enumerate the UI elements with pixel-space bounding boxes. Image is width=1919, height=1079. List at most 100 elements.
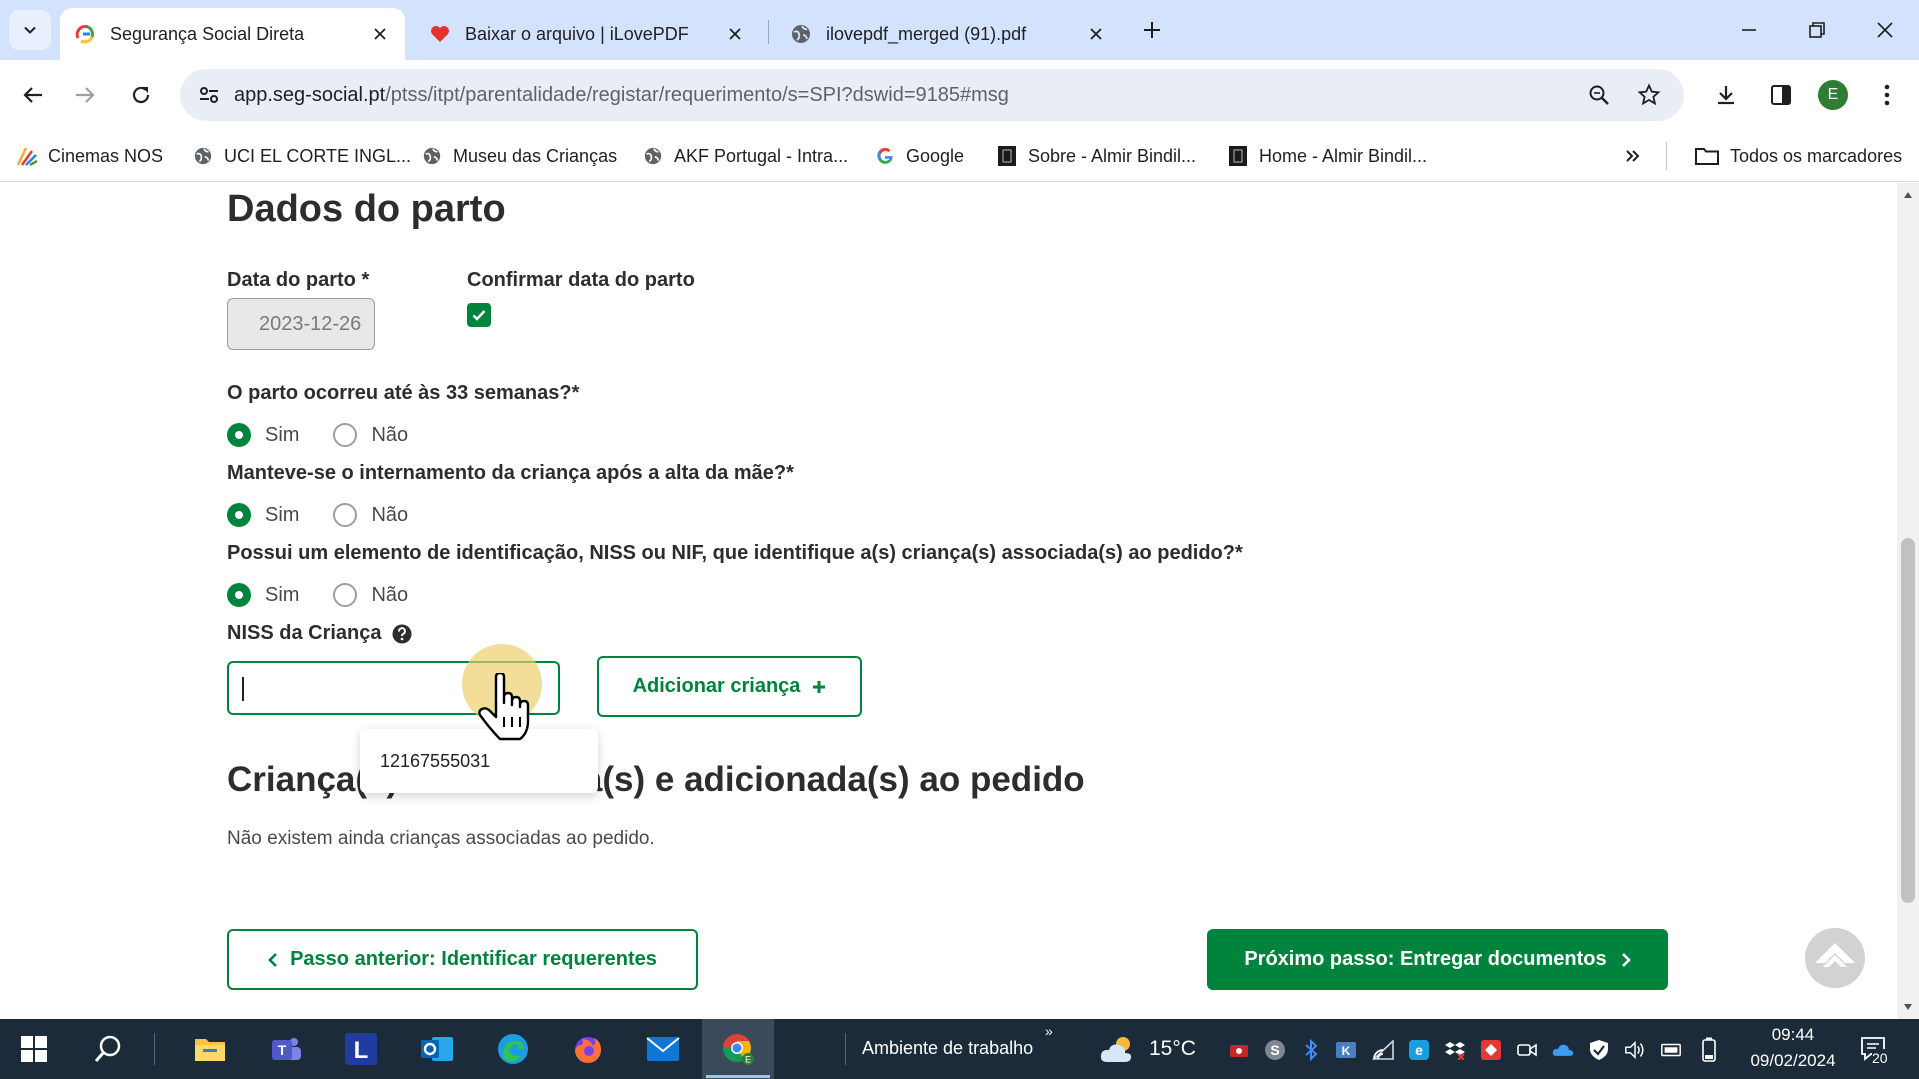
radio-yes-label[interactable]: Sim [265, 424, 299, 447]
tab-search-button[interactable] [9, 10, 51, 50]
radio-yes[interactable] [227, 423, 251, 447]
taskbar-separator [154, 1033, 155, 1065]
skype-icon[interactable]: S [1264, 1039, 1286, 1061]
checkmark-icon [472, 310, 486, 321]
more-bookmarks-button[interactable] [1624, 141, 1642, 171]
dropbox-icon[interactable] [1444, 1039, 1466, 1061]
previous-step-button[interactable]: Passo anterior: Identificar requerentes [227, 929, 698, 990]
radio-yes-label[interactable]: Sim [265, 584, 299, 607]
tab-seguranca-social[interactable]: Segurança Social Direta [60, 8, 405, 60]
back-to-top-button[interactable] [1805, 928, 1865, 988]
partly-cloudy-icon [1100, 1037, 1132, 1062]
add-child-button[interactable]: Adicionar criança [597, 656, 862, 717]
next-step-button[interactable]: Próximo passo: Entregar documentos [1207, 929, 1668, 990]
new-tab-button[interactable] [1136, 14, 1168, 46]
minimize-button[interactable] [1727, 10, 1771, 50]
security-shield-icon[interactable] [1588, 1039, 1610, 1061]
teams-app[interactable]: T [265, 1029, 305, 1069]
profile-button[interactable]: E [1816, 78, 1850, 112]
mail-app[interactable] [643, 1029, 683, 1069]
side-panel-icon[interactable] [1764, 78, 1798, 112]
outlook-app[interactable] [417, 1029, 457, 1069]
anydesk-icon[interactable] [1480, 1039, 1502, 1061]
help-icon[interactable] [392, 624, 412, 644]
no-children-text: Não existem ainda crianças associadas ao… [227, 828, 655, 849]
wifi-icon[interactable] [1372, 1039, 1394, 1061]
edge-app[interactable] [493, 1029, 533, 1069]
confirm-date-checkbox[interactable] [467, 303, 491, 327]
bookmark-star-icon[interactable] [1636, 82, 1662, 108]
svg-text:K: K [1342, 1044, 1351, 1058]
radio-no-label[interactable]: Não [371, 504, 408, 527]
onedrive-icon[interactable] [1552, 1039, 1574, 1061]
reload-button[interactable] [122, 76, 160, 114]
bookmark-uci[interactable]: UCI EL CORTE INGL... [192, 141, 411, 171]
volume-icon[interactable] [1624, 1039, 1646, 1061]
radio-yes[interactable] [227, 503, 251, 527]
network-icon[interactable] [1660, 1039, 1682, 1061]
plus-icon [813, 680, 826, 693]
scroll-up-arrow[interactable] [1902, 189, 1914, 201]
bookmark-cinemas-nos[interactable]: Cinemas NOS [16, 141, 163, 171]
question-identification: Possui um elemento de identificação, NIS… [227, 542, 1243, 564]
clock-date[interactable]: 09/02/2024 [1732, 1051, 1854, 1071]
bookmark-sobre-almir[interactable]: Sobre - Almir Bindil... [996, 141, 1196, 171]
tab-ilovepdf[interactable]: Baixar o arquivo | iLovePDF [415, 8, 760, 60]
temperature[interactable]: 15°C [1149, 1037, 1196, 1061]
scroll-down-arrow[interactable] [1902, 1001, 1914, 1013]
folder-icon [1694, 145, 1720, 167]
forward-button[interactable] [66, 76, 104, 114]
birth-date-field[interactable]: 2023-12-26 [227, 298, 375, 350]
bookmark-google[interactable]: Google [874, 141, 964, 171]
chrome-app[interactable]: E [718, 1029, 758, 1069]
radio-yes[interactable] [227, 583, 251, 607]
battery-icon[interactable] [1698, 1037, 1720, 1062]
page-scrollbar[interactable] [1897, 183, 1919, 1019]
firefox-app[interactable] [568, 1029, 608, 1069]
site-settings-icon[interactable] [196, 82, 222, 108]
edge-tray-icon[interactable]: e [1408, 1039, 1430, 1061]
bookmark-museu-criancas[interactable]: Museu das Crianças [421, 141, 617, 171]
meet-now-icon[interactable] [1516, 1039, 1538, 1061]
bluetooth-icon[interactable] [1300, 1039, 1322, 1061]
toolbar-expand-icon[interactable]: » [1045, 1023, 1053, 1039]
menu-icon[interactable] [1870, 78, 1904, 112]
vpn-icon[interactable]: K [1335, 1039, 1357, 1061]
bookmark-akf-portugal[interactable]: AKF Portugal - Intra... [642, 141, 848, 171]
close-tab-icon[interactable] [369, 23, 391, 45]
radio-no-label[interactable]: Não [371, 424, 408, 447]
minimize-icon [1742, 29, 1756, 31]
svg-text:e: e [1415, 1042, 1423, 1058]
globe-icon [792, 25, 810, 43]
close-tab-icon[interactable] [724, 23, 746, 45]
all-bookmarks-button[interactable]: Todos os marcadores [1694, 141, 1902, 171]
downloads-icon[interactable] [1709, 78, 1743, 112]
close-window-button[interactable] [1863, 10, 1907, 50]
back-button[interactable] [14, 76, 52, 114]
tab-ilovepdf-merged[interactable]: ilovepdf_merged (91).pdf [776, 8, 1121, 60]
radio-no[interactable] [333, 423, 358, 447]
radio-no-label[interactable]: Não [371, 584, 408, 607]
weather-widget[interactable] [1098, 1029, 1138, 1069]
tray-red-app-icon[interactable] [1228, 1039, 1250, 1061]
radio-no[interactable] [333, 503, 358, 527]
radio-group-33-weeks: Sim Não [227, 420, 442, 450]
close-tab-icon[interactable] [1085, 23, 1107, 45]
zoom-icon[interactable] [1586, 82, 1612, 108]
clock-time[interactable]: 09:44 [1760, 1025, 1826, 1045]
bookmark-label: Home - Almir Bindil... [1259, 145, 1428, 166]
restore-button[interactable] [1795, 10, 1839, 50]
radio-no[interactable] [333, 583, 358, 607]
radio-yes-label[interactable]: Sim [265, 504, 299, 527]
globe-icon [642, 145, 664, 167]
chevron-down-icon [24, 26, 36, 34]
start-button[interactable] [14, 1029, 54, 1069]
file-explorer-app[interactable] [190, 1029, 230, 1069]
url-text: app.seg-social.pt/ptss/itpt/parentalidad… [234, 84, 1009, 107]
desktop-toolbar-label[interactable]: Ambiente de trabalho [862, 1038, 1033, 1059]
address-bar[interactable]: app.seg-social.pt/ptss/itpt/parentalidad… [180, 69, 1684, 121]
scrollbar-thumb[interactable] [1901, 538, 1915, 903]
search-button[interactable] [88, 1029, 128, 1069]
l-app[interactable]: L [341, 1029, 381, 1069]
bookmark-home-almir[interactable]: Home - Almir Bindil... [1227, 141, 1427, 171]
